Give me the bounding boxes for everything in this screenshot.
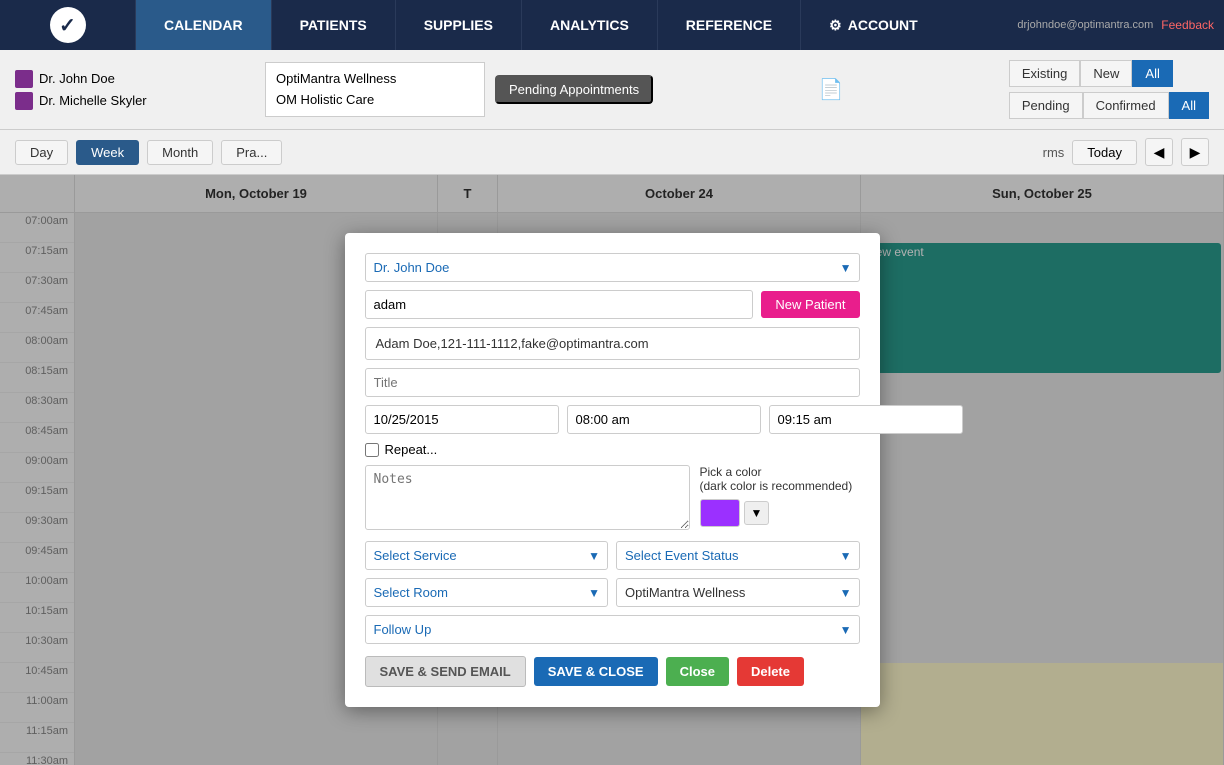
pending-button[interactable]: Pending (1009, 92, 1083, 119)
calendar-grid: 07:00am 07:15am 07:30am 07:45am 08:00am … (0, 175, 1224, 765)
new-patient-button[interactable]: New Patient (761, 291, 859, 318)
week-btn[interactable]: Week (76, 140, 139, 165)
title-input[interactable] (365, 368, 860, 397)
room-select[interactable]: Select Room (365, 578, 609, 607)
repeat-label: Repeat... (385, 442, 438, 457)
save-close-button[interactable]: SAVE & CLOSE (534, 657, 658, 686)
action-buttons-row: SAVE & SEND EMAIL SAVE & CLOSE Close Del… (365, 656, 860, 687)
nav-patients[interactable]: PATIENTS (271, 0, 395, 50)
nav-account[interactable]: ⚙ ACCOUNT (800, 0, 946, 50)
start-time-input[interactable] (567, 405, 761, 434)
event-status-select[interactable]: Select Event Status (616, 541, 860, 570)
provider-john: Dr. John Doe (15, 70, 255, 88)
clinic-block: OptiMantra Wellness OM Holistic Care (265, 62, 485, 118)
prev-arrow[interactable]: ◀ (1145, 138, 1173, 166)
nav-right: drjohndoe@optimantra.com Feedback (1017, 0, 1224, 50)
view-bar: Mon, October 19,T,October 24,Sun, Octobe… (0, 130, 1224, 175)
color-pick-label: Pick a color (700, 465, 762, 479)
followup-select-wrapper: Follow Up ▼ (365, 615, 860, 644)
save-send-email-button[interactable]: SAVE & SEND EMAIL (365, 656, 526, 687)
month-btn[interactable]: Month (147, 140, 213, 165)
title-row (365, 368, 860, 397)
repeat-row: Repeat... (365, 442, 860, 457)
patient-search-row: New Patient (365, 290, 860, 319)
color-dropdown-button[interactable]: ▼ (744, 501, 770, 525)
delete-button[interactable]: Delete (737, 657, 804, 686)
nav-calendar[interactable]: CALENDAR (135, 0, 271, 50)
clinic-select[interactable]: OptiMantra Wellness (616, 578, 860, 607)
room-clinic-row: Select Room ▼ OptiMantra Wellness ▼ (365, 578, 860, 607)
all-button-top[interactable]: All (1132, 60, 1172, 87)
top-nav: ✓ CALENDAR PATIENTS SUPPLIES ANALYTICS R… (0, 0, 1224, 50)
notes-col (365, 465, 690, 533)
provider-select[interactable]: Dr. John Doe (365, 253, 860, 282)
nav-reference[interactable]: REFERENCE (657, 0, 800, 50)
confirmed-button[interactable]: Confirmed (1083, 92, 1169, 119)
repeat-checkbox[interactable] (365, 443, 379, 457)
patient-suggestion[interactable]: Adam Doe,121-111-1112,fake@optimantra.co… (365, 327, 860, 360)
nav-analytics[interactable]: ANALYTICS (521, 0, 657, 50)
all-button-bottom[interactable]: All (1169, 92, 1209, 119)
date-input[interactable] (365, 405, 559, 434)
pending-appointments-button[interactable]: Pending Appointments (495, 75, 653, 104)
color-sublabel: (dark color is recommended) (700, 479, 853, 493)
pdf-icon[interactable]: 📄 (819, 77, 844, 102)
service-status-row: Select Service ▼ Select Event Status ▼ (365, 541, 860, 570)
notes-textarea[interactable] (365, 465, 690, 530)
room-select-wrapper: Select Room ▼ (365, 578, 609, 607)
main-content: Dr. John Doe Dr. Michelle Skyler OptiMan… (0, 50, 1224, 765)
service-select-wrapper: Select Service ▼ (365, 541, 609, 570)
provider-michelle: Dr. Michelle Skyler (15, 92, 255, 110)
today-button[interactable]: Today (1072, 140, 1137, 165)
day-btn[interactable]: Day (15, 140, 68, 165)
provider-select-wrapper: Dr. John Doe ▼ (365, 253, 860, 282)
event-status-wrapper: Select Event Status ▼ (616, 541, 860, 570)
existing-new-filter: Existing New All (1009, 60, 1209, 87)
pref-label: rms (1043, 145, 1065, 160)
status-filter: Pending Confirmed All (1009, 92, 1209, 119)
patient-search-input[interactable] (365, 290, 754, 319)
feedback-link[interactable]: Feedback (1161, 18, 1214, 32)
color-picker-row: ▼ (700, 499, 770, 527)
end-time-input[interactable] (769, 405, 963, 434)
notes-color-row: Pick a color (dark color is recommended)… (365, 465, 860, 533)
clinic-select-wrapper: OptiMantra Wellness ▼ (616, 578, 860, 607)
followup-select[interactable]: Follow Up (365, 615, 860, 644)
nav-logo[interactable]: ✓ (0, 0, 135, 50)
followup-row: Follow Up ▼ (365, 615, 860, 644)
close-button[interactable]: Close (666, 657, 729, 686)
calendar-header: Dr. John Doe Dr. Michelle Skyler OptiMan… (0, 50, 1224, 130)
next-arrow[interactable]: ▶ (1181, 138, 1209, 166)
service-select[interactable]: Select Service (365, 541, 609, 570)
color-col: Pick a color (dark color is recommended)… (700, 465, 860, 533)
new-button[interactable]: New (1080, 60, 1132, 87)
provider-color-john (15, 70, 33, 88)
datetime-row (365, 405, 860, 434)
nav-supplies[interactable]: SUPPLIES (395, 0, 521, 50)
modal-overlay: Dr. John Doe ▼ New Patient Adam Doe,121-… (0, 175, 1224, 765)
color-swatch[interactable] (700, 499, 740, 527)
pra-btn[interactable]: Pra... (221, 140, 282, 165)
logo-circle: ✓ (50, 7, 86, 43)
provider-color-michelle (15, 92, 33, 110)
provider-block: Dr. John Doe Dr. Michelle Skyler (15, 70, 255, 110)
existing-button[interactable]: Existing (1009, 60, 1081, 87)
provider-row: Dr. John Doe ▼ (365, 253, 860, 282)
appointment-modal: Dr. John Doe ▼ New Patient Adam Doe,121-… (345, 233, 880, 707)
gear-icon: ⚙ (829, 17, 842, 34)
